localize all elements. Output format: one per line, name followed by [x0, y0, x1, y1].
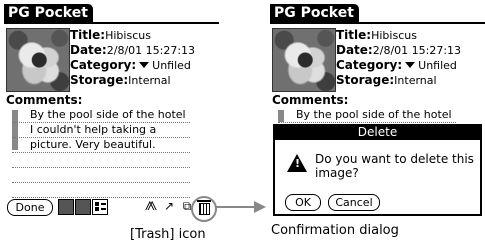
list-view-icon[interactable]	[58, 199, 74, 215]
category-field: Category: Unfiled	[336, 58, 457, 72]
category-field[interactable]: Category: Unfiled	[70, 58, 191, 73]
photo-thumbnail[interactable]	[6, 28, 70, 92]
title-divider	[4, 22, 219, 24]
storage-field: Storage:Internal	[70, 73, 171, 87]
done-button[interactable]: Done	[7, 199, 53, 216]
date-field: Date:2/8/01 15:27:13	[336, 43, 462, 57]
date-field: Date:2/8/01 15:27:13	[70, 43, 196, 57]
storage-field: Storage:Internal	[336, 73, 437, 87]
photo-thumbnail	[272, 28, 336, 92]
comment-line: By the pool side of the hotel	[278, 108, 456, 123]
confirmation-caption: Confirmation dialog	[271, 223, 399, 238]
title-field: Title:Hibiscus	[336, 28, 417, 42]
comment-line: I couldn't help taking a	[12, 123, 190, 138]
dropdown-triangle-icon[interactable]	[139, 62, 150, 68]
comment-line-empty	[12, 153, 190, 168]
trash-caption: [Trash] icon	[130, 227, 206, 242]
title-field: Title:Hibiscus	[70, 28, 151, 42]
dialog-title: Delete	[275, 124, 480, 140]
comment-line: By the pool side of the hotel	[12, 108, 190, 123]
beam-icon[interactable]: ⨇	[144, 199, 158, 213]
thumbnail-view-icon[interactable]	[75, 199, 91, 215]
export-icon[interactable]: ↗	[162, 199, 176, 213]
callout-arrow-head	[254, 201, 266, 213]
comments-label: Comments:	[6, 93, 83, 107]
ok-button[interactable]: OK	[285, 194, 321, 211]
comments-textarea[interactable]: By the pool side of the hotel I couldn't…	[12, 108, 190, 198]
comments-textarea: By the pool side of the hotel	[278, 108, 456, 123]
cancel-button[interactable]: Cancel	[328, 194, 380, 211]
comments-label: Comments:	[272, 93, 349, 107]
title-divider	[270, 22, 485, 24]
callout-arrow-line	[215, 206, 256, 208]
delete-dialog: Delete ! Do you want to delete this imag…	[273, 124, 482, 216]
app-title: PG Pocket	[270, 4, 359, 23]
dropdown-triangle-icon	[405, 62, 416, 68]
bottom-toolbar: Done ⨇ ↗ ⧉	[4, 196, 219, 218]
detail-screen: PG Pocket Title:Hibiscus Date:2/8/01 15:…	[4, 4, 219, 218]
comment-line: picture. Very beautiful.	[12, 138, 190, 153]
trash-callout-circle	[191, 196, 217, 222]
app-title: PG Pocket	[4, 4, 93, 23]
comment-line-empty	[12, 168, 190, 183]
detail-view-icon[interactable]	[92, 199, 108, 215]
dialog-message: Do you want to delete this image?	[315, 152, 474, 180]
delete-confirm-screen: PG Pocket Title:Hibiscus Date:2/8/01 15:…	[270, 4, 485, 218]
warning-icon: !	[287, 154, 307, 172]
